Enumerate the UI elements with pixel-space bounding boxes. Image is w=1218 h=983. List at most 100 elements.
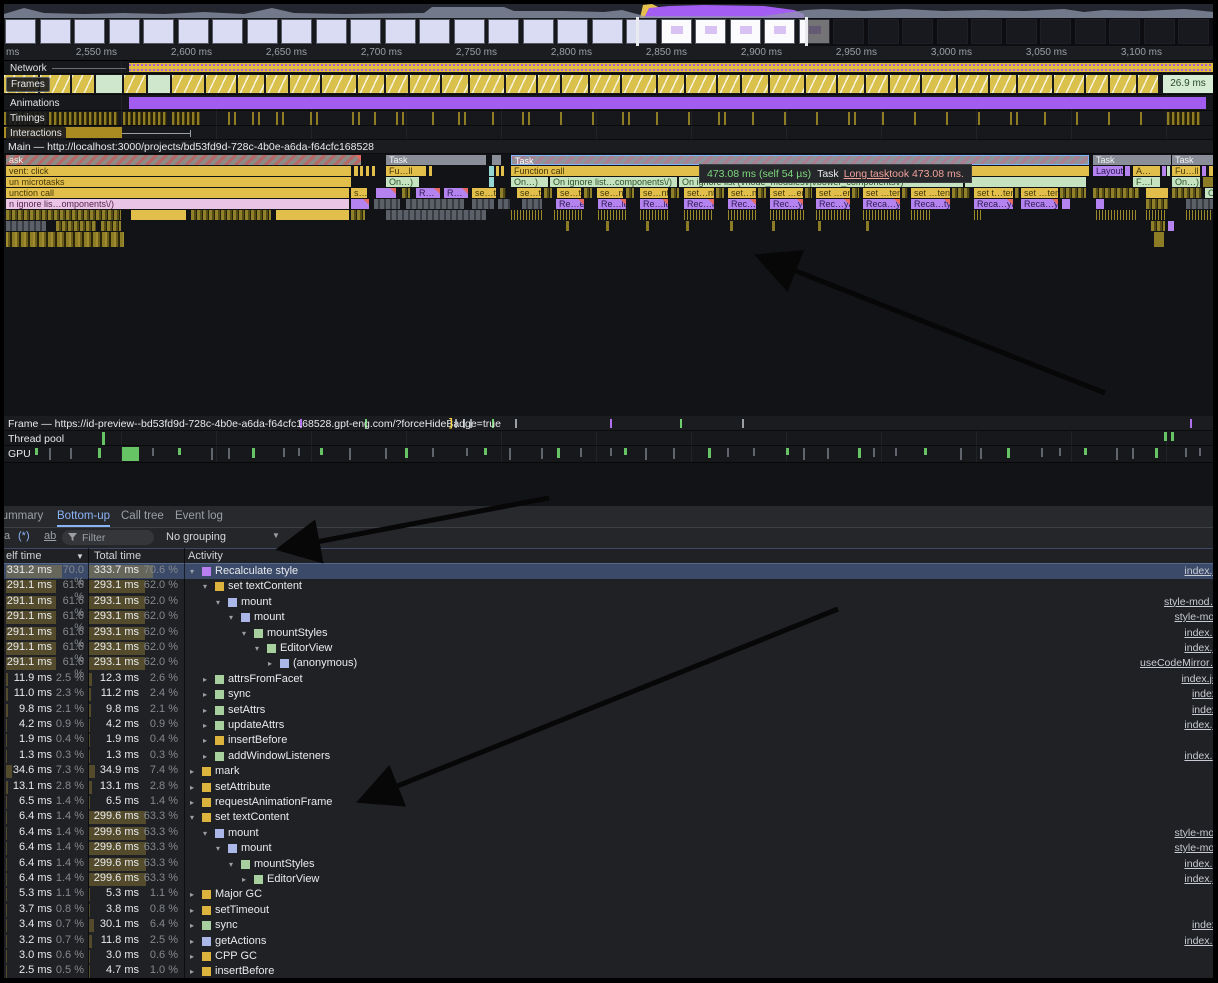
frame-block[interactable] bbox=[922, 75, 956, 93]
frame-block[interactable] bbox=[742, 75, 768, 93]
flame-entry[interactable]: O… bbox=[1205, 188, 1213, 198]
expand-icon[interactable]: ▸ bbox=[203, 721, 207, 730]
flame-entry-small[interactable] bbox=[429, 166, 432, 176]
flame-entry-small[interactable] bbox=[646, 221, 649, 231]
screenshot-thumbnail[interactable] bbox=[661, 19, 692, 44]
tab-bottom-up[interactable]: Bottom-up bbox=[57, 506, 110, 527]
flame-entry[interactable]: s…t bbox=[351, 188, 367, 198]
source-link[interactable]: style-mod bbox=[1174, 827, 1218, 839]
tooltip-long-task-link[interactable]: Long task bbox=[844, 168, 890, 180]
flame-entry[interactable]: se…t bbox=[517, 188, 541, 198]
frame-block[interactable] bbox=[718, 75, 740, 93]
flame-entry[interactable]: Fu…ll bbox=[1172, 166, 1200, 176]
flame-entry-small[interactable] bbox=[1167, 166, 1170, 176]
flame-entry[interactable]: On…) bbox=[386, 177, 419, 187]
flame-entry[interactable]: Fu…ll bbox=[386, 166, 426, 176]
frame-block[interactable] bbox=[806, 75, 836, 93]
flame-entry[interactable]: Rec…yle bbox=[770, 199, 803, 209]
frame-block[interactable] bbox=[1110, 75, 1136, 93]
table-row[interactable]: 11.9 ms2.5 %12.3 ms2.6 %▸attrsFromFaceti… bbox=[0, 672, 1218, 687]
frame-block[interactable] bbox=[590, 75, 620, 93]
flame-entry[interactable]: A… bbox=[1133, 166, 1160, 176]
frame-block[interactable] bbox=[1054, 75, 1084, 93]
expand-icon[interactable]: ▸ bbox=[190, 967, 194, 976]
flame-entry[interactable]: vent: click bbox=[6, 166, 351, 176]
grouping-caret-icon[interactable]: ▼ bbox=[272, 531, 280, 540]
table-row[interactable]: 11.0 ms2.3 %11.2 ms2.4 %▸syncindex. bbox=[0, 687, 1218, 702]
flame-entry-small[interactable] bbox=[386, 210, 486, 220]
screenshot-thumbnail[interactable] bbox=[523, 19, 554, 44]
cpu-overview-chart[interactable] bbox=[4, 4, 1214, 18]
flame-entry[interactable]: set…nt bbox=[684, 188, 714, 198]
flame-entry-small[interactable] bbox=[626, 188, 634, 198]
flame-entry-small[interactable] bbox=[640, 210, 668, 220]
flame-entry[interactable]: se…nt bbox=[640, 188, 668, 198]
frame-block[interactable] bbox=[96, 75, 122, 93]
collapse-icon[interactable]: ▾ bbox=[216, 844, 220, 853]
frames-track-label[interactable]: Frames bbox=[6, 77, 50, 92]
screenshot-thumbnail[interactable] bbox=[247, 19, 278, 44]
table-row[interactable]: 291.1 ms61.6 %293.1 ms62.0 %▾mountstyle-… bbox=[0, 610, 1218, 625]
flame-entry[interactable]: set t…tent bbox=[974, 188, 1013, 198]
screenshot-thumbnail[interactable] bbox=[419, 19, 450, 44]
frame-block[interactable] bbox=[1138, 75, 1158, 93]
flame-entry[interactable]: se…t bbox=[557, 188, 581, 198]
flame-entry-small[interactable] bbox=[952, 188, 970, 198]
collapse-icon[interactable]: ▾ bbox=[190, 567, 194, 576]
frame-block[interactable] bbox=[538, 75, 560, 93]
flame-entry-small[interactable] bbox=[902, 188, 908, 198]
frame-block[interactable] bbox=[1086, 75, 1108, 93]
flame-entry-small[interactable] bbox=[496, 166, 499, 176]
flame-entry-small[interactable] bbox=[500, 188, 506, 198]
main-thread-url[interactable]: Main — http://localhost:3000/projects/bd… bbox=[8, 141, 374, 153]
screenshot-thumbnail[interactable] bbox=[695, 19, 726, 44]
expand-icon[interactable]: ▸ bbox=[190, 952, 194, 961]
animations-track-label[interactable]: Animations bbox=[6, 97, 63, 110]
network-track-label[interactable]: Network bbox=[6, 62, 51, 75]
flame-entry[interactable]: Re…e bbox=[556, 199, 584, 209]
frame-block[interactable] bbox=[990, 75, 1016, 93]
frame-block[interactable] bbox=[148, 75, 170, 93]
timeline-ruler[interactable]: ms2,550 ms2,600 ms2,650 ms2,700 ms2,750 … bbox=[0, 45, 1218, 61]
flame-entry[interactable]: Task bbox=[1172, 155, 1213, 165]
overview-window-left-handle[interactable] bbox=[636, 17, 639, 46]
expand-icon[interactable]: ▸ bbox=[268, 659, 272, 668]
flame-entry-small[interactable] bbox=[6, 221, 46, 231]
source-link[interactable]: style-mod bbox=[1174, 611, 1218, 623]
self-time-sort-icon[interactable]: ▼ bbox=[76, 552, 84, 561]
frame-track-url[interactable]: Frame — https://id-preview--bd53fd9d-728… bbox=[8, 418, 501, 430]
frame-block[interactable] bbox=[686, 75, 716, 93]
flame-entry-small[interactable] bbox=[1162, 166, 1166, 176]
regex-icon[interactable]: (*) bbox=[18, 530, 30, 542]
frame-block[interactable] bbox=[124, 75, 146, 93]
flame-entry[interactable]: Reca…yle bbox=[863, 199, 900, 209]
expand-icon[interactable]: ▸ bbox=[190, 937, 194, 946]
table-row[interactable]: 291.1 ms61.6 %293.1 ms62.0 %▾set textCon… bbox=[0, 579, 1218, 594]
flame-entry[interactable]: set…nt bbox=[728, 188, 756, 198]
flame-entry[interactable]: set …tent bbox=[863, 188, 900, 198]
flame-entry-small[interactable] bbox=[818, 221, 821, 231]
flame-entry[interactable]: On…) bbox=[511, 177, 548, 187]
table-row[interactable]: 6.4 ms1.4 %299.6 ms63.3 %▾mountstyle-mod bbox=[0, 841, 1218, 856]
screenshot-thumbnail[interactable] bbox=[212, 19, 243, 44]
screenshot-thumbnail[interactable] bbox=[316, 19, 347, 44]
total-time-header[interactable]: Total time bbox=[94, 550, 141, 562]
frame-block[interactable] bbox=[562, 75, 588, 93]
flame-entry-small[interactable] bbox=[1096, 199, 1104, 209]
frame-block[interactable] bbox=[172, 75, 204, 93]
screenshot-thumbnail[interactable] bbox=[40, 19, 71, 44]
flame-entry-small[interactable] bbox=[554, 210, 584, 220]
screenshot-thumbnail[interactable] bbox=[764, 19, 795, 44]
flame-entry-small[interactable] bbox=[684, 210, 714, 220]
flame-entry[interactable]: R… bbox=[416, 188, 440, 198]
frame-block[interactable] bbox=[958, 75, 988, 93]
frame-block[interactable] bbox=[1018, 75, 1052, 93]
frame-block[interactable] bbox=[866, 75, 888, 93]
table-row[interactable]: 6.5 ms1.4 %6.5 ms1.4 %▸requestAnimationF… bbox=[0, 795, 1218, 810]
flame-entry-small[interactable] bbox=[6, 232, 124, 247]
flame-entry[interactable]: unction call bbox=[6, 188, 349, 198]
flame-entry-small[interactable] bbox=[1146, 188, 1168, 198]
flame-entry-small[interactable] bbox=[374, 199, 400, 209]
flame-entry-small[interactable] bbox=[1186, 210, 1213, 220]
screenshot-thumbnail[interactable] bbox=[626, 19, 657, 44]
